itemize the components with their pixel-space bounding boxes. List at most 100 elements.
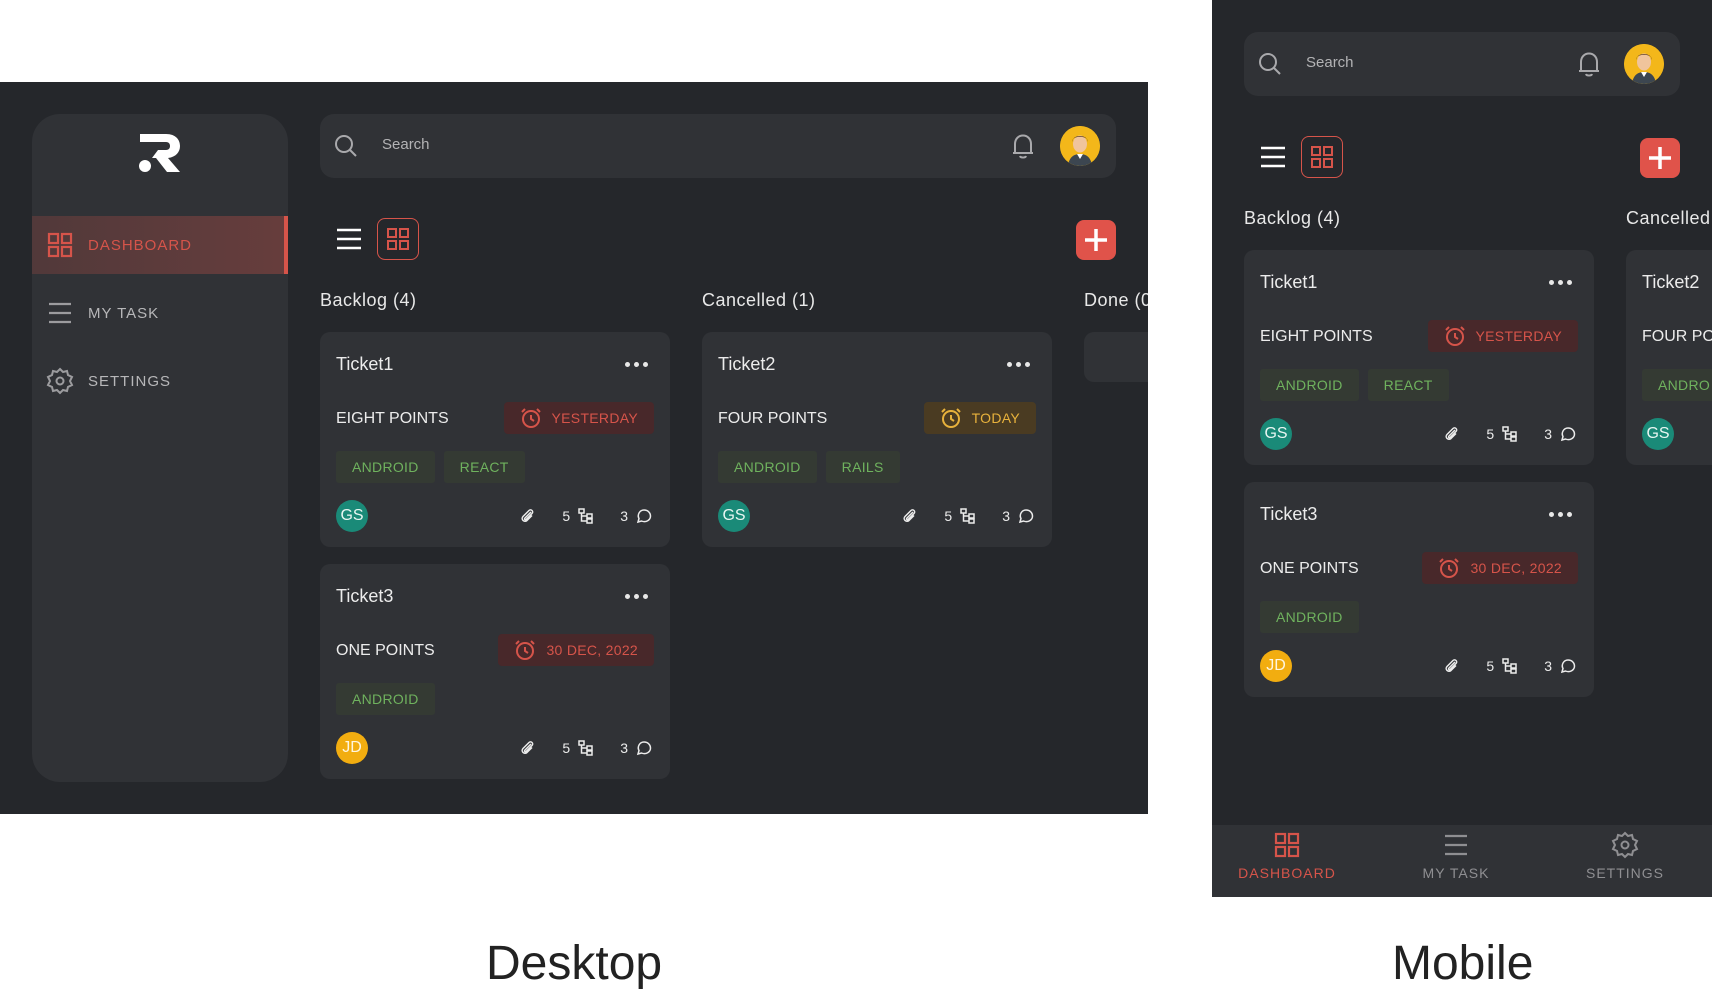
alarm-clock-icon: [1439, 558, 1460, 578]
column-title-cancelled: Cancelled: [1626, 208, 1711, 228]
nav-label: DASHBOARD: [88, 236, 193, 254]
add-ticket-button[interactable]: [1076, 220, 1116, 260]
comment-icon: [1018, 509, 1034, 524]
assignee-avatar[interactable]: GS: [1260, 418, 1292, 450]
tag[interactable]: REACT: [1367, 369, 1449, 401]
plus-icon: [1085, 229, 1107, 251]
subtask-count: 5: [562, 508, 571, 524]
tag[interactable]: ANDRO: [1642, 369, 1712, 401]
grid-icon: [1311, 146, 1333, 168]
tag[interactable]: ANDROID: [336, 683, 435, 715]
gear-icon: [1611, 831, 1639, 859]
ticket-card-ticket1[interactable]: Ticket1 EIGHT POINTS YESTERDAY ANDROID R…: [320, 332, 670, 547]
comment-icon: [1560, 659, 1576, 674]
bell-icon[interactable]: [1576, 50, 1602, 78]
ticket-meta: 5 3: [520, 508, 652, 524]
tag-list: ANDROID REACT: [336, 451, 525, 483]
ticket-meta: 5 3: [520, 740, 652, 756]
nav-label: MY TASK: [88, 304, 160, 322]
paperclip-icon: [1445, 659, 1458, 673]
sidebar: DASHBOARD MY TASK SETTINGS: [32, 114, 288, 782]
ticket-card-ticket3[interactable]: Ticket3 ONE POINTS 30 DEC, 2022 ANDROID …: [1244, 482, 1594, 697]
more-menu-icon[interactable]: [1549, 512, 1572, 517]
list-view-button[interactable]: [328, 218, 370, 260]
grid-view-button[interactable]: [377, 218, 419, 260]
due-date-badge: YESTERDAY: [1427, 320, 1578, 352]
ticket-title: Ticket2: [718, 354, 776, 374]
ticket-points: FOUR POINTS: [718, 410, 828, 427]
more-menu-icon[interactable]: [625, 362, 648, 367]
assignee-avatar[interactable]: JD: [336, 732, 368, 764]
ticket-points: FOUR PO: [1642, 328, 1712, 345]
ticket-points: ONE POINTS: [336, 642, 435, 659]
subtask-icon: [578, 508, 593, 524]
list-view-button[interactable]: [1252, 136, 1294, 178]
bell-icon[interactable]: [1010, 132, 1036, 160]
tag[interactable]: ANDROID: [718, 451, 817, 483]
gear-icon: [46, 367, 74, 395]
more-menu-icon[interactable]: [1007, 362, 1030, 367]
comment-count: 3: [1544, 426, 1552, 442]
comment-count: 3: [1544, 658, 1552, 674]
due-date-badge: TODAY: [923, 402, 1036, 434]
subtask-icon: [1502, 426, 1517, 442]
list-icon: [49, 302, 71, 324]
assignee-avatar[interactable]: GS: [336, 500, 368, 532]
nav-label: SETTINGS: [88, 372, 172, 390]
assignee-avatar[interactable]: JD: [1260, 650, 1292, 682]
tag[interactable]: ANDROID: [1260, 369, 1359, 401]
bottom-nav-my-task[interactable]: MY TASK: [1381, 825, 1531, 897]
due-date-text: 30 DEC, 2022: [1470, 560, 1562, 576]
list-icon: [1445, 834, 1467, 856]
ticket-title: Ticket3: [1260, 504, 1318, 524]
alarm-clock-icon: [515, 640, 536, 660]
ticket-points: EIGHT POINTS: [336, 410, 449, 427]
ticket-card-ticket3[interactable]: Ticket3 ONE POINTS 30 DEC, 2022 ANDROID …: [320, 564, 670, 779]
bottom-nav-settings[interactable]: SETTINGS: [1550, 825, 1700, 897]
list-icon: [337, 228, 361, 250]
grid-view-button[interactable]: [1301, 136, 1343, 178]
desktop-caption: Desktop: [486, 937, 663, 990]
tag[interactable]: REACT: [443, 451, 525, 483]
tag[interactable]: ANDROID: [336, 451, 435, 483]
nav-item-dashboard[interactable]: DASHBOARD: [32, 216, 288, 274]
search-icon: [335, 135, 357, 157]
ticket-title: Ticket1: [336, 354, 394, 374]
tag[interactable]: RAILS: [825, 451, 900, 483]
subtask-count: 5: [1486, 426, 1495, 442]
ticket-title: Ticket2: [1642, 272, 1700, 292]
ticket-title: Ticket3: [336, 586, 394, 606]
ticket-card-ticket2[interactable]: Ticket2 FOUR POINTS TODAY ANDROID RAILS …: [702, 332, 1052, 547]
search-input[interactable]: Search: [382, 136, 430, 153]
subtask-icon: [578, 740, 593, 756]
tag-list: ANDROID: [336, 683, 435, 715]
list-icon: [1261, 146, 1285, 168]
assignee-avatar[interactable]: GS: [1642, 418, 1674, 450]
alarm-clock-icon: [1444, 326, 1465, 346]
subtask-icon: [960, 508, 975, 524]
ticket-meta: 5 3: [1444, 658, 1576, 674]
app-logo[interactable]: [136, 130, 184, 174]
comment-icon: [636, 741, 652, 756]
column-title-backlog: Backlog (4): [1244, 208, 1341, 228]
due-date-text: 30 DEC, 2022: [546, 642, 638, 658]
user-avatar[interactable]: [1624, 44, 1664, 84]
more-menu-icon[interactable]: [1549, 280, 1572, 285]
ticket-card-ticket1[interactable]: Ticket1 EIGHT POINTS YESTERDAY ANDROID R…: [1244, 250, 1594, 465]
grid-icon: [47, 232, 73, 258]
nav-item-settings[interactable]: SETTINGS: [32, 352, 288, 410]
nav-item-my-task[interactable]: MY TASK: [32, 284, 288, 342]
tag[interactable]: ANDROID: [1260, 601, 1359, 633]
tag-list: ANDROID RAILS: [718, 451, 900, 483]
user-avatar[interactable]: [1060, 126, 1100, 166]
add-ticket-button[interactable]: [1640, 138, 1680, 178]
tag-list: ANDRO: [1642, 369, 1712, 401]
bottom-nav-dashboard[interactable]: DASHBOARD: [1212, 825, 1362, 897]
more-menu-icon[interactable]: [625, 594, 648, 599]
assignee-avatar[interactable]: GS: [718, 500, 750, 532]
subtask-count: 5: [1486, 658, 1495, 674]
ticket-card-ticket2[interactable]: Ticket2 FOUR PO ANDRO GS: [1626, 250, 1712, 465]
search-input[interactable]: Search: [1306, 54, 1354, 71]
plus-icon: [1649, 147, 1671, 169]
bottom-nav-label: DASHBOARD: [1238, 865, 1336, 881]
